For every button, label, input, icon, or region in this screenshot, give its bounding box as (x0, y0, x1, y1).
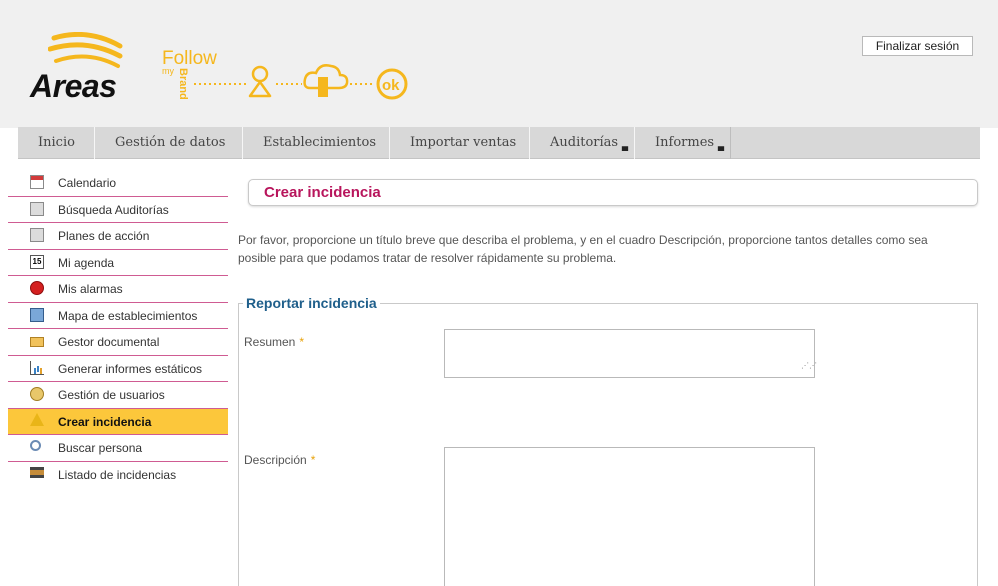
chart-icon (30, 360, 44, 375)
description-textarea[interactable] (444, 447, 815, 586)
search-person-icon (30, 440, 41, 451)
sidebar-item-label: Mi agenda (58, 255, 115, 270)
sidebar-item-label: Gestor documental (58, 335, 160, 349)
nav-item-label: Importar ventas (410, 135, 517, 150)
sidebar-item-label: Planes de acción (58, 229, 150, 243)
folder-icon (30, 337, 44, 347)
sidebar-item-crear-incidencia[interactable]: Crear incidencia (8, 408, 228, 435)
audit-search-icon (30, 201, 44, 216)
description-label: Descripción * (244, 453, 315, 467)
brand-ok-text: ok (382, 77, 400, 94)
follow-my-brand-logo: Follow my Brand ok (160, 44, 420, 106)
nav-item-label: Auditorías (550, 135, 619, 150)
warning-icon (30, 412, 44, 426)
brand-my-text: my (162, 66, 174, 76)
sidebar-item-label: Listado de incidencias (58, 467, 177, 482)
summary-label-text: Resumen (244, 335, 296, 349)
follow-my-brand-graphic: Follow my Brand ok (162, 48, 408, 100)
header: Areas Follow my Brand ok Finalizar sesió… (0, 0, 998, 128)
sidebar-item-busqueda-auditorias[interactable]: Búsqueda Auditorías (8, 197, 228, 223)
page-title: Crear incidencia (264, 184, 381, 201)
areas-logo-text: Areas (30, 68, 117, 104)
agenda-icon: 15 (30, 254, 44, 269)
nav-item-informes[interactable]: Informes ▄ (635, 127, 731, 159)
sidebar-item-label: Mis alarmas (58, 282, 123, 296)
nav-item-gestion-datos[interactable]: Gestión de datos (95, 127, 243, 159)
nav-item-importar-ventas[interactable]: Importar ventas (390, 127, 530, 159)
logout-button[interactable]: Finalizar sesión (862, 36, 973, 56)
nav-item-auditorias[interactable]: Auditorías ▄ (530, 127, 635, 159)
required-mark: * (310, 453, 316, 467)
alarm-icon (30, 281, 44, 295)
sidebar-item-label: Mapa de establecimientos (58, 308, 198, 323)
nav-item-inicio[interactable]: Inicio (18, 127, 95, 159)
sidebar-item-label: Generar informes estáticos (58, 361, 203, 376)
nav-item-label: Gestión de datos (115, 135, 226, 150)
chevron-down-icon: ▄ (717, 142, 724, 151)
fieldset-legend: Reportar incidencia (243, 295, 380, 311)
page: Areas Follow my Brand ok Finalizar sesió… (0, 0, 998, 586)
sidebar-item-gestor-documental[interactable]: Gestor documental (8, 329, 228, 356)
summary-label: Resumen * (244, 335, 304, 349)
description-label-text: Descripción (244, 453, 307, 467)
intro-text: Por favor, proporcione un título breve q… (238, 233, 928, 265)
required-mark: * (299, 335, 305, 349)
sidebar-item-label: Buscar persona (58, 441, 143, 455)
areas-logo-waves-icon (48, 32, 123, 68)
nav-item-label: Inicio (38, 135, 75, 150)
action-plan-icon (30, 228, 44, 242)
sidebar-item-label: Gestión de usuarios (58, 388, 165, 402)
sidebar-item-mapa-establecimientos[interactable]: Mapa de establecimientos (8, 303, 228, 329)
sidebar-item-planes-accion[interactable]: Planes de acción (8, 223, 228, 250)
sidebar-item-mis-alarmas[interactable]: Mis alarmas (8, 276, 228, 303)
map-icon (30, 307, 44, 322)
nav-item-label: Establecimientos (263, 135, 377, 150)
sidebar-item-buscar-persona[interactable]: Buscar persona (8, 435, 228, 462)
sidebar-item-label: Búsqueda Auditorías (58, 202, 169, 217)
areas-logo: Areas (26, 32, 136, 104)
sidebar-item-label: Crear incidencia (58, 414, 152, 429)
nav-item-label: Informes (655, 135, 715, 150)
resize-grip-icon[interactable]: ⋰⋰ (801, 362, 817, 374)
nav-item-establecimientos[interactable]: Establecimientos (243, 127, 390, 159)
sidebar-item-listado-incidencias[interactable]: Listado de incidencias (8, 462, 228, 489)
brand-brand-text: Brand (177, 68, 189, 100)
sidebar-item-generar-informes[interactable]: Generar informes estáticos (8, 356, 228, 382)
page-title-box: Crear incidencia (248, 179, 978, 206)
sidebar-item-gestion-usuarios[interactable]: Gestión de usuarios (8, 382, 228, 409)
main-nav: Inicio Gestión de datos Establecimientos… (18, 127, 980, 159)
sidebar: Calendario Búsqueda Auditorías Planes de… (8, 170, 228, 488)
sidebar-item-calendario[interactable]: Calendario (8, 170, 228, 197)
summary-textarea[interactable] (444, 329, 815, 378)
chevron-down-icon: ▄ (621, 142, 628, 151)
list-icon (30, 466, 44, 478)
calendar-icon (30, 175, 44, 189)
sidebar-item-mi-agenda[interactable]: 15 Mi agenda (8, 250, 228, 276)
sidebar-item-label: Calendario (58, 176, 117, 190)
users-icon (30, 387, 44, 401)
